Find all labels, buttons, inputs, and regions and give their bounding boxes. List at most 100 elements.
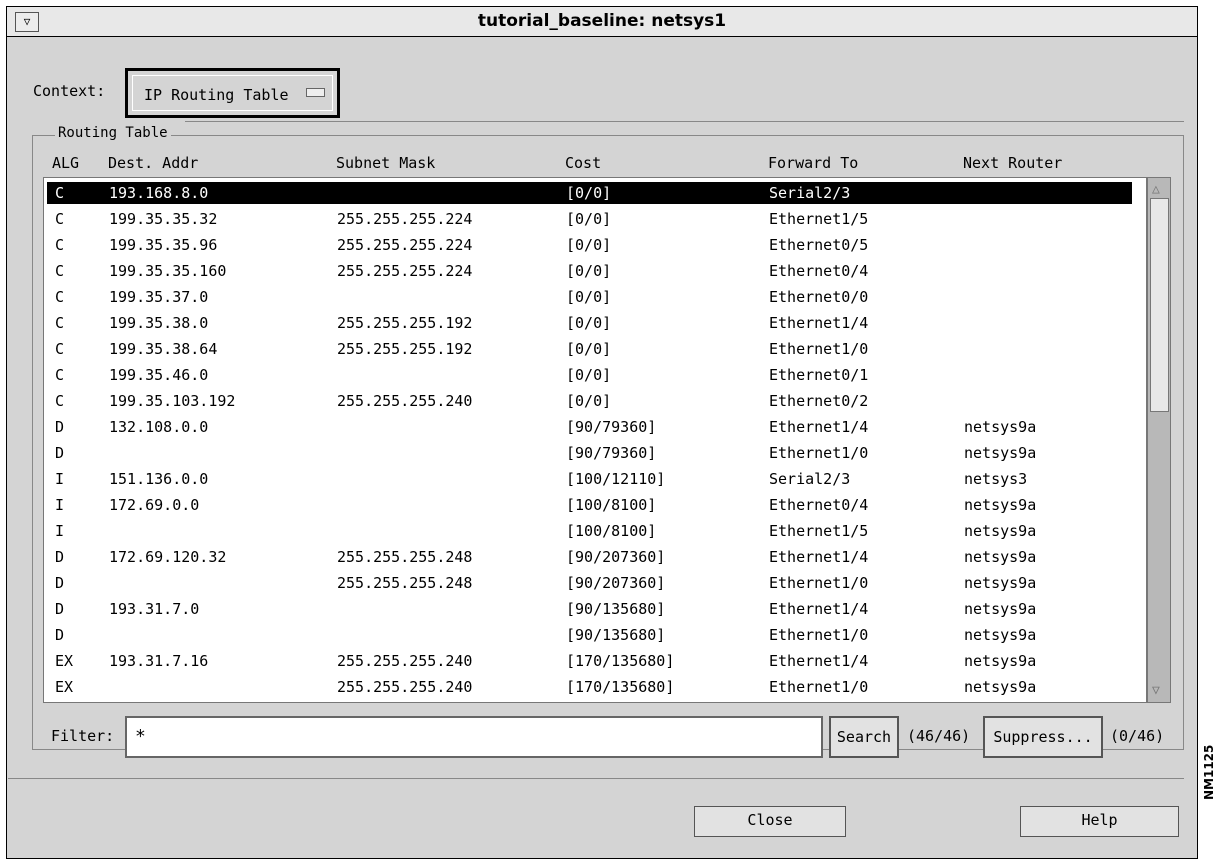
routing-table-group-label: Routing Table: [55, 125, 171, 141]
row-alg: I: [55, 470, 65, 488]
table-row[interactable]: D 255.255.255.248 [90/207360] Ethernet1/0 ne…: [47, 572, 1132, 594]
row-cost: [170/135680]: [566, 652, 675, 670]
row-forward-to: Ethernet0/1: [769, 366, 869, 384]
row-alg: C: [55, 262, 65, 280]
row-forward-to: Ethernet0/4: [769, 496, 869, 514]
routing-table-list[interactable]: C 193.168.8.0 [0/0] Serial2/3 C 199.35.35.32 2…: [43, 177, 1147, 703]
row-alg: C: [55, 236, 65, 254]
row-subnet-mask: 255.255.255.248: [337, 574, 473, 592]
table-row[interactable]: D 132.108.0.0 [90/79360] Ethernet1/4 netsys9…: [47, 416, 1132, 438]
row-cost: [90/135680]: [566, 600, 666, 618]
table-row[interactable]: D [90/135680] Ethernet1/0 netsys9a: [47, 624, 1132, 646]
row-next-router: netsys9a: [964, 548, 1037, 566]
row-alg: EX: [55, 678, 74, 696]
option-menu-indicator-icon: [306, 88, 325, 97]
row-cost: [0/0]: [566, 184, 612, 202]
row-alg: D: [55, 574, 65, 592]
row-next-router: netsys9a: [964, 496, 1037, 514]
table-row[interactable]: C 199.35.38.64 255.255.255.192 [0/0] Etherne…: [47, 338, 1132, 360]
context-option-menu[interactable]: IP Routing Table: [125, 68, 340, 118]
row-cost: [100/8100]: [566, 522, 657, 540]
row-dest-addr: 172.69.0.0: [109, 496, 200, 514]
suppress-button[interactable]: Suppress...: [983, 716, 1103, 758]
scrollbar-thumb[interactable]: [1150, 198, 1169, 412]
forward-to-header: Forward To: [768, 154, 859, 172]
row-dest-addr: 193.31.7.16: [109, 652, 209, 670]
row-forward-to: Ethernet1/0: [769, 626, 869, 644]
row-alg: EX: [55, 652, 74, 670]
context-label: Context:: [33, 82, 106, 100]
table-row[interactable]: C 199.35.37.0 [0/0] Ethernet0/0: [47, 286, 1132, 308]
row-alg: I: [55, 496, 65, 514]
table-row[interactable]: I [100/8100] Ethernet1/5 netsys9a: [47, 520, 1132, 542]
row-alg: D: [55, 548, 65, 566]
dest-addr-header: Dest. Addr: [108, 154, 199, 172]
table-row[interactable]: C 199.35.103.192 255.255.255.240 [0/0] Ether…: [47, 390, 1132, 412]
table-row[interactable]: EX 193.31.7.16 255.255.255.240 [170/135680]…: [47, 650, 1132, 672]
row-forward-to: Ethernet1/0: [769, 678, 869, 696]
filter-input[interactable]: *: [125, 716, 823, 758]
row-cost: [0/0]: [566, 210, 612, 228]
close-button[interactable]: Close: [694, 806, 846, 837]
scroll-up-arrow-icon[interactable]: △: [1152, 182, 1160, 197]
row-subnet-mask: 255.255.255.240: [337, 652, 473, 670]
row-next-router: netsys9a: [964, 600, 1037, 618]
table-row[interactable]: C 199.35.35.96 255.255.255.224 [0/0] Etherne…: [47, 234, 1132, 256]
row-forward-to: Ethernet1/0: [769, 340, 869, 358]
row-alg: C: [55, 210, 65, 228]
row-forward-to: Serial2/3: [769, 184, 851, 202]
row-dest-addr: 172.69.120.32: [109, 548, 227, 566]
row-forward-to: Ethernet0/0: [769, 288, 869, 306]
search-button[interactable]: Search: [829, 716, 899, 758]
row-forward-to: Ethernet1/0: [769, 444, 869, 462]
row-alg: D: [55, 444, 65, 462]
row-subnet-mask: 255.255.255.192: [337, 340, 473, 358]
row-forward-to: Ethernet1/0: [769, 574, 869, 592]
row-alg: I: [55, 522, 65, 540]
table-row[interactable]: C 199.35.46.0 [0/0] Ethernet0/1: [47, 364, 1132, 386]
alg-header: ALG: [52, 154, 80, 172]
row-forward-to: Ethernet1/4: [769, 652, 869, 670]
row-forward-to: Ethernet0/5: [769, 236, 869, 254]
row-next-router: netsys9a: [964, 678, 1037, 696]
row-alg: C: [55, 184, 65, 202]
table-row[interactable]: C 199.35.35.160 255.255.255.224 [0/0] Ethern…: [47, 260, 1132, 282]
row-dest-addr: 132.108.0.0: [109, 418, 209, 436]
next-router-header: Next Router: [963, 154, 1063, 172]
table-row[interactable]: I 151.136.0.0 [100/12110] Serial2/3 netsys3: [47, 468, 1132, 490]
row-next-router: netsys9a: [964, 626, 1037, 644]
row-forward-to: Ethernet1/4: [769, 418, 869, 436]
table-row[interactable]: I 172.69.0.0 [100/8100] Ethernet0/4 netsys9a: [47, 494, 1132, 516]
figure-id-label: NM1125: [1202, 744, 1216, 800]
table-row[interactable]: D 193.31.7.0 [90/135680] Ethernet1/4 netsys9…: [47, 598, 1132, 620]
subnet-mask-header: Subnet Mask: [336, 154, 436, 172]
row-dest-addr: 199.35.37.0: [109, 288, 209, 306]
row-forward-to: Ethernet1/5: [769, 210, 869, 228]
window-title: tutorial_baseline: netsys1: [477, 11, 727, 31]
row-cost: [90/207360]: [566, 548, 666, 566]
scroll-down-arrow-icon[interactable]: ▽: [1152, 683, 1160, 698]
row-subnet-mask: 255.255.255.224: [337, 210, 473, 228]
row-alg: C: [55, 340, 65, 358]
table-row[interactable]: C 199.35.38.0 255.255.255.192 [0/0] Ethernet…: [47, 312, 1132, 334]
table-row[interactable]: D [90/79360] Ethernet1/0 netsys9a: [47, 442, 1132, 464]
title-bar[interactable]: ▽ tutorial_baseline: netsys1: [7, 7, 1197, 37]
table-row[interactable]: EX 255.255.255.240 [170/135680] Ethernet1/0…: [47, 676, 1132, 698]
footer-divider: [8, 778, 1184, 779]
context-value: IP Routing Table: [144, 86, 289, 104]
row-cost: [0/0]: [566, 366, 612, 384]
row-dest-addr: 199.35.35.160: [109, 262, 227, 280]
context-divider: [185, 121, 1184, 122]
row-forward-to: Ethernet0/4: [769, 262, 869, 280]
help-button[interactable]: Help: [1020, 806, 1179, 837]
row-cost: [0/0]: [566, 340, 612, 358]
row-cost: [0/0]: [566, 236, 612, 254]
table-row[interactable]: C 199.35.35.32 255.255.255.224 [0/0] Etherne…: [47, 208, 1132, 230]
row-dest-addr: 193.168.8.0: [109, 184, 209, 202]
table-row[interactable]: C 193.168.8.0 [0/0] Serial2/3: [47, 182, 1132, 204]
row-cost: [100/8100]: [566, 496, 657, 514]
row-cost: [0/0]: [566, 314, 612, 332]
table-row[interactable]: D 172.69.120.32 255.255.255.248 [90/207360]…: [47, 546, 1132, 568]
vertical-scrollbar[interactable]: △ ▽: [1147, 177, 1171, 703]
row-next-router: netsys9a: [964, 444, 1037, 462]
